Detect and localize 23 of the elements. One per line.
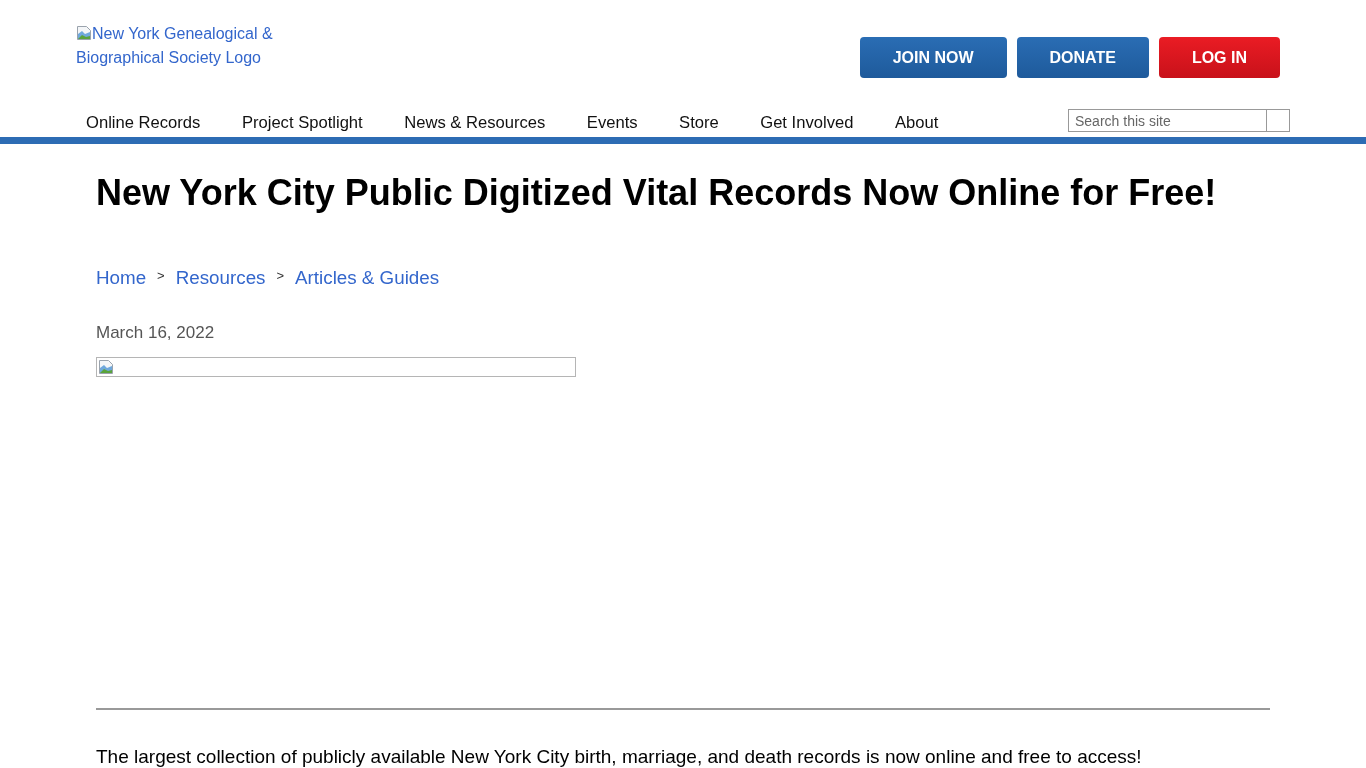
breadcrumb-separator: > — [276, 267, 285, 285]
logo-link[interactable]: New York Genealogical & Biographical Society Logo — [76, 22, 291, 70]
breadcrumb-link[interactable]: Home — [96, 266, 147, 290]
article-date: March 16, 2022 — [96, 323, 216, 343]
header-button[interactable]: JOIN NOW — [859, 37, 1007, 78]
breadcrumb-link[interactable]: Articles & Guides — [295, 266, 440, 290]
nav-link[interactable]: Project Spotlight — [241, 113, 363, 133]
broken-image-icon — [98, 359, 114, 375]
nav-link[interactable]: Store — [679, 113, 719, 133]
nav-link[interactable]: Events — [586, 113, 638, 133]
nav-link[interactable]: Get Involved — [760, 113, 854, 133]
breadcrumb-separator: > — [157, 267, 165, 285]
nav-link[interactable]: News & Resources — [404, 113, 546, 133]
search-field[interactable]: Search this site — [1068, 109, 1266, 132]
nav-link[interactable]: About — [894, 113, 939, 133]
intro-paragraph: The largest collection of publicly available New York City birth, marriage, and death records is now online and free to access! — [96, 746, 1143, 768]
header-button[interactable]: DONATE — [1016, 37, 1149, 78]
breadcrumb-link[interactable]: Resources — [175, 266, 266, 290]
article-title: New York City Public Digitized Vital Records Now Online for Free! — [96, 171, 1218, 215]
search-button[interactable] — [1266, 109, 1290, 132]
broken-image-icon — [76, 25, 92, 41]
header-button[interactable]: LOG IN — [1158, 37, 1280, 78]
nav-link[interactable]: Online Records — [86, 113, 201, 133]
